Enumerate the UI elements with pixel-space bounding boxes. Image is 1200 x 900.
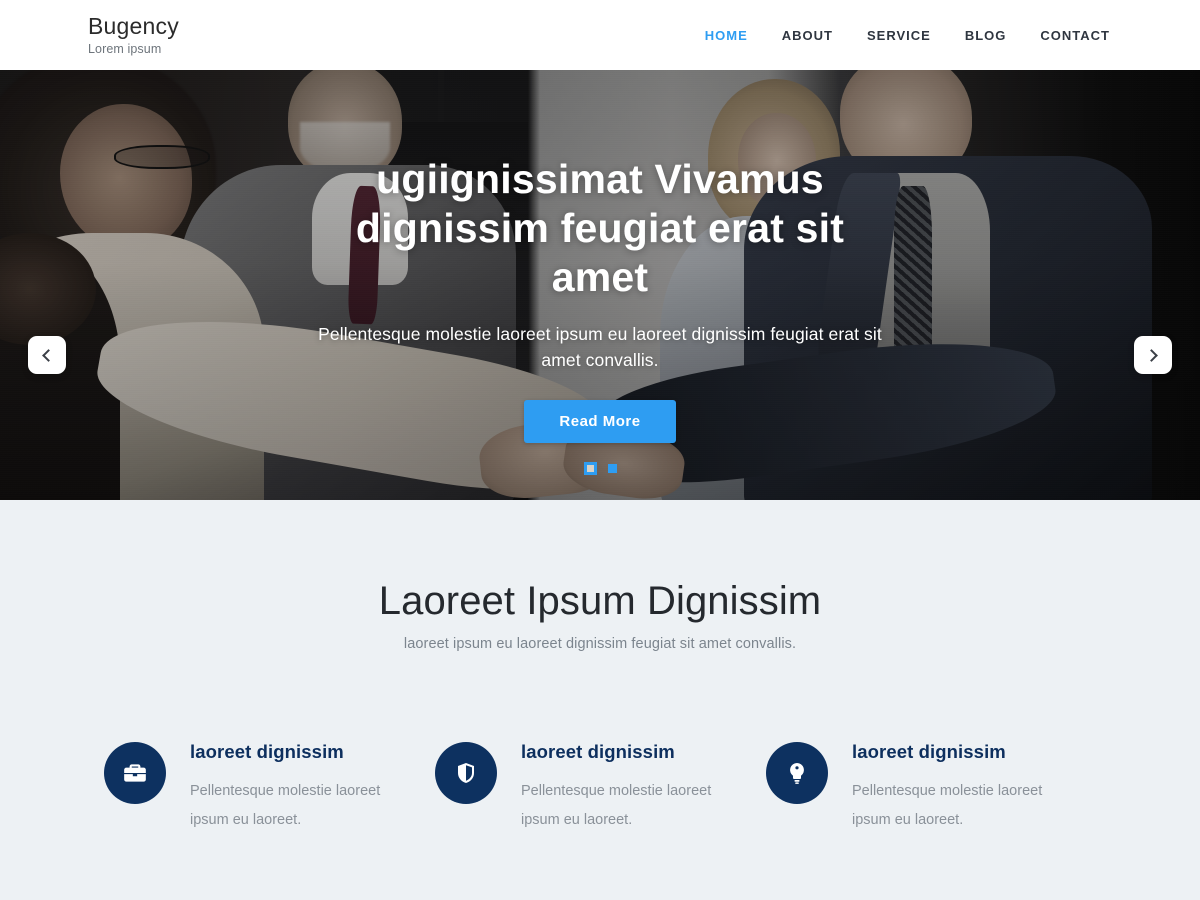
landing-page: Bugency Lorem ipsum HOME ABOUT SERVICE B… (0, 0, 1200, 900)
carousel-next-button[interactable] (1134, 336, 1172, 374)
feature-card[interactable]: laoreet dignissim Pellentesque molestie … (104, 737, 434, 835)
nav-item-blog[interactable]: BLOG (965, 22, 1007, 49)
feature-card-text: Pellentesque molestie laoreet ipsum eu l… (190, 783, 381, 828)
nav-item-contact[interactable]: CONTACT (1040, 22, 1110, 49)
carousel-dot-1[interactable] (583, 462, 597, 475)
shield-icon (435, 742, 497, 804)
feature-card[interactable]: laoreet dignissim Pellentesque molestie … (766, 737, 1096, 835)
hero-carousel: ugiignissimat Vivamus dignissim feugiat … (0, 70, 1200, 500)
chevron-left-icon (42, 348, 55, 362)
brand-logo[interactable]: Bugency Lorem ipsum (88, 12, 179, 57)
hero-subtitle: Pellentesque molestie laoreet ipsum eu l… (318, 324, 882, 370)
main-navigation: HOME ABOUT SERVICE BLOG CONTACT (671, 22, 1110, 49)
carousel-prev-button[interactable] (28, 336, 66, 374)
brand-name: Bugency (88, 12, 179, 39)
section-title: Laoreet Ipsum Dignissim (378, 579, 822, 623)
carousel-dot-2[interactable] (607, 464, 617, 473)
section-subtitle: laoreet ipsum eu laoreet dignissim feugi… (403, 636, 797, 652)
feature-card-title: laoreet dignissim (190, 741, 344, 762)
feature-cards: laoreet dignissim Pellentesque molestie … (0, 737, 1200, 835)
nav-item-service[interactable]: SERVICE (867, 22, 931, 49)
hero-content: ugiignissimat Vivamus dignissim feugiat … (0, 70, 1200, 500)
feature-card-title: laoreet dignissim (852, 741, 1006, 762)
nav-item-about[interactable]: ABOUT (782, 22, 833, 49)
feature-card-title: laoreet dignissim (521, 741, 675, 762)
feature-card-text: Pellentesque molestie laoreet ipsum eu l… (521, 783, 712, 828)
nav-item-home[interactable]: HOME (705, 22, 748, 49)
site-header: Bugency Lorem ipsum HOME ABOUT SERVICE B… (0, 0, 1200, 70)
hero-title: ugiignissimat Vivamus dignissim feugiat … (355, 156, 845, 300)
feature-card-text: Pellentesque molestie laoreet ipsum eu l… (852, 783, 1043, 828)
feature-card[interactable]: laoreet dignissim Pellentesque molestie … (435, 737, 765, 835)
chevron-right-icon (1145, 348, 1158, 362)
features-section: Laoreet Ipsum Dignissim laoreet ipsum eu… (0, 500, 1200, 900)
lightbulb-icon (766, 742, 828, 804)
brand-tagline: Lorem ipsum (88, 42, 162, 57)
briefcase-icon (104, 742, 166, 804)
read-more-button[interactable]: Read More (524, 400, 676, 443)
carousel-indicators (0, 462, 1200, 475)
